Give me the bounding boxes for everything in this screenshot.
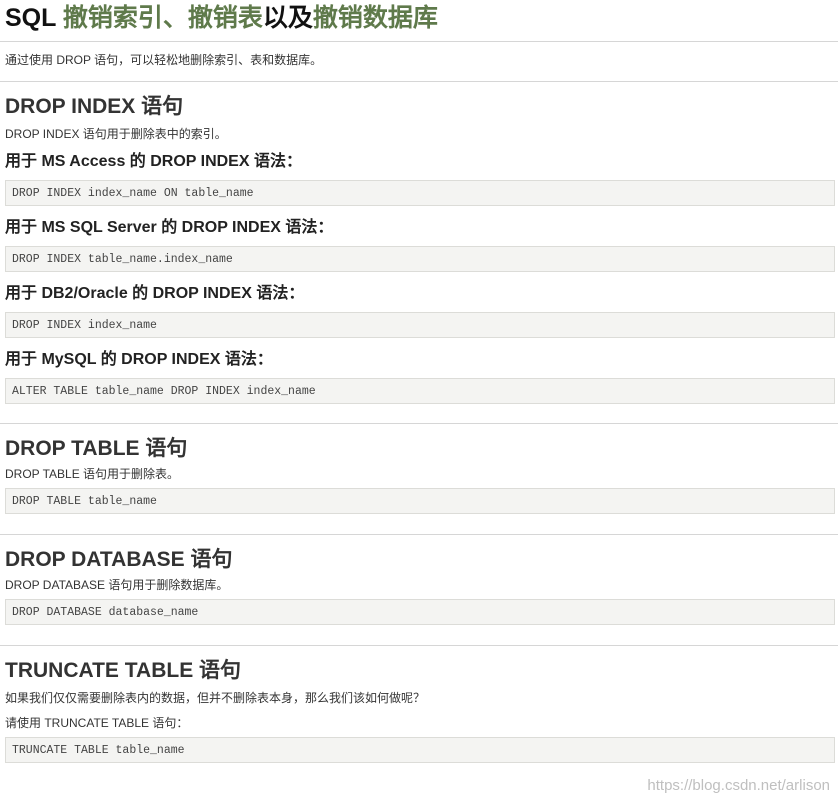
drop-index-section: DROP INDEX 语句 DROP INDEX 语句用于删除表中的索引。 用于… (5, 82, 835, 404)
title-prefix: SQL (5, 4, 63, 32)
code-block-drop-database: DROP DATABASE database_name (5, 599, 835, 625)
watermark: https://blog.csdn.net/arlison (647, 777, 830, 794)
drop-index-heading: DROP INDEX 语句 (5, 95, 184, 118)
drop-table-heading: DROP TABLE 语句 (5, 437, 188, 460)
syntax-label-db2-oracle: 用于 DB2/Oracle 的 DROP INDEX 语法： (5, 285, 305, 302)
syntax-label-mysql: 用于 MySQL 的 DROP INDEX 语法： (5, 351, 273, 368)
drop-table-desc: DROP TABLE 语句用于删除表。 (5, 467, 180, 481)
syntax-label-ms-sql-server: 用于 MS SQL Server 的 DROP INDEX 语法： (5, 219, 334, 236)
code-block-mysql: ALTER TABLE table_name DROP INDEX index_… (5, 378, 835, 404)
drop-table-section: DROP TABLE 语句 DROP TABLE 语句用于删除表。 DROP T… (5, 424, 835, 514)
code-block-ms-sql-server: DROP INDEX table_name.index_name (5, 246, 835, 272)
article: SQL 撤销索引、撤销表以及撤销数据库 通过使用 DROP 语句，可以轻松地删除… (0, 0, 838, 763)
divider (0, 41, 838, 42)
drop-database-heading: DROP DATABASE 语句 (5, 548, 233, 571)
syntax-label-ms-access: 用于 MS Access 的 DROP INDEX 语法： (5, 153, 302, 170)
code-block-truncate-table: TRUNCATE TABLE table_name (5, 737, 835, 763)
truncate-table-desc1: 如果我们仅仅需要删除表内的数据，但并不删除表本身，那么我们该如何做呢？ (5, 691, 426, 705)
truncate-table-heading: TRUNCATE TABLE 语句 (5, 659, 242, 682)
intro-text: 通过使用 DROP 语句，可以轻松地删除索引、表和数据库。 (5, 53, 323, 67)
title-mid: 以及 (262, 4, 313, 32)
code-block-drop-table: DROP TABLE table_name (5, 488, 835, 514)
drop-index-desc: DROP INDEX 语句用于删除表中的索引。 (5, 127, 227, 141)
code-block-ms-access: DROP INDEX index_name ON table_name (5, 180, 835, 206)
truncate-table-section: TRUNCATE TABLE 语句 如果我们仅仅需要删除表内的数据，但并不删除表… (5, 646, 835, 763)
page-title: SQL 撤销索引、撤销表以及撤销数据库 (5, 0, 835, 41)
title-part2: 撤销数据库 (312, 4, 438, 32)
drop-database-desc: DROP DATABASE 语句用于删除数据库。 (5, 578, 229, 592)
code-block-db2-oracle: DROP INDEX index_name (5, 312, 835, 338)
truncate-table-desc2: 请使用 TRUNCATE TABLE 语句： (5, 716, 189, 730)
title-part1: 撤销索引、撤销表 (62, 4, 263, 32)
drop-database-section: DROP DATABASE 语句 DROP DATABASE 语句用于删除数据库… (5, 535, 835, 625)
